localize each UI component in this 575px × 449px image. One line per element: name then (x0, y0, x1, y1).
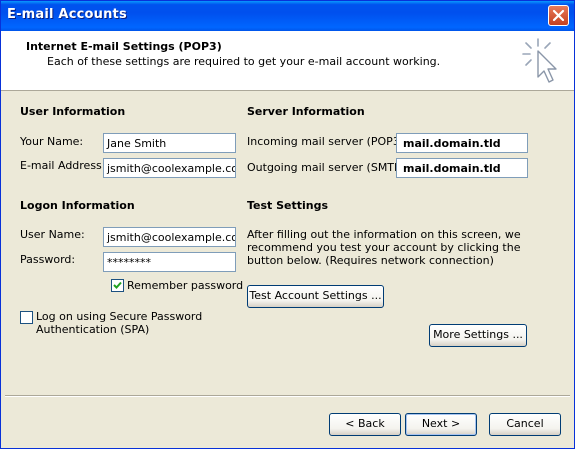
spa-label-line1[interactable]: Log on using Secure Password (36, 310, 202, 323)
next-button[interactable]: Next > (405, 413, 477, 436)
incoming-server-label: Incoming mail server (POP3): (247, 135, 408, 148)
test-account-settings-button[interactable]: Test Account Settings ... (247, 285, 384, 308)
email-address-label: E-mail Address: (20, 159, 106, 172)
cursor-sparkle-icon (522, 38, 557, 83)
your-name-field[interactable]: Jane Smith (103, 133, 236, 153)
email-address-field[interactable]: jsmith@coolexample.com (103, 158, 236, 178)
wizard-header: Internet E-mail Settings (POP3) Each of … (1, 31, 574, 91)
close-icon (552, 9, 565, 22)
remember-password-label[interactable]: Remember password (127, 279, 243, 292)
test-settings-text-line3: button below. (Requires network connecti… (247, 254, 494, 267)
server-information-heading: Server Information (247, 105, 365, 118)
more-settings-button[interactable]: More Settings ... (429, 324, 527, 347)
user-name-label: User Name: (20, 228, 85, 241)
checkmark-icon (113, 281, 122, 289)
user-information-heading: User Information (20, 105, 126, 118)
test-settings-text-line2: recommend you test your account by click… (247, 241, 521, 254)
password-field[interactable]: ******** (103, 252, 236, 272)
footer-divider (5, 395, 570, 397)
outgoing-server-label: Outgoing mail server (SMTP): (247, 161, 409, 174)
window-title: E-mail Accounts (7, 7, 127, 22)
remember-password-checkbox[interactable] (111, 279, 124, 292)
back-button[interactable]: < Back (329, 413, 401, 436)
user-name-field[interactable]: jsmith@coolexample.com (103, 227, 236, 247)
close-button[interactable] (548, 5, 569, 26)
cancel-button[interactable]: Cancel (489, 413, 561, 436)
incoming-server-field[interactable]: mail.domain.tld (396, 133, 528, 153)
email-accounts-dialog: E-mail Accounts Internet E-mail Settings… (0, 0, 575, 449)
your-name-label: Your Name: (20, 135, 84, 148)
spa-checkbox[interactable] (20, 311, 33, 324)
test-settings-text-line1: After filling out the information on thi… (247, 228, 521, 241)
title-bar[interactable]: E-mail Accounts (1, 1, 574, 31)
logon-information-heading: Logon Information (20, 199, 135, 212)
password-label: Password: (20, 253, 76, 266)
header-title: Internet E-mail Settings (POP3) (26, 40, 222, 53)
outgoing-server-field[interactable]: mail.domain.tld (396, 158, 528, 178)
spa-label-line2[interactable]: Authentication (SPA) (36, 323, 149, 336)
test-settings-heading: Test Settings (247, 199, 329, 212)
header-subtitle: Each of these settings are required to g… (47, 55, 441, 68)
